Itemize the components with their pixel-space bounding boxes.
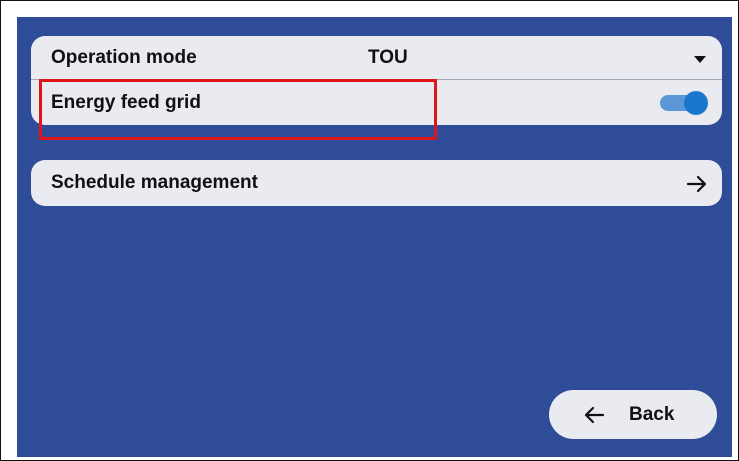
- operation-mode-label: Operation mode: [51, 46, 197, 68]
- energy-feed-grid-toggle[interactable]: [660, 91, 708, 115]
- energy-feed-grid-row: Energy feed grid: [31, 81, 722, 125]
- settings-screen: Operation mode TOU Energy feed grid Sche…: [17, 17, 732, 457]
- schedule-management-label: Schedule management: [51, 172, 258, 193]
- operation-mode-select[interactable]: Operation mode TOU: [31, 36, 722, 80]
- toggle-thumb: [684, 91, 708, 115]
- arrow-left-icon: [584, 406, 605, 424]
- window-frame: Operation mode TOU Energy feed grid Sche…: [0, 0, 739, 461]
- schedule-management-row: Schedule management: [31, 161, 722, 205]
- schedule-management-button[interactable]: Schedule management: [31, 160, 722, 206]
- operation-mode-value: TOU: [368, 46, 408, 68]
- back-button[interactable]: Back: [549, 390, 717, 439]
- chevron-down-icon[interactable]: [694, 56, 706, 63]
- arrow-right-icon: [686, 175, 707, 193]
- energy-feed-grid-label: Energy feed grid: [51, 92, 201, 113]
- back-label: Back: [629, 404, 675, 425]
- settings-card: Operation mode TOU Energy feed grid: [31, 36, 722, 125]
